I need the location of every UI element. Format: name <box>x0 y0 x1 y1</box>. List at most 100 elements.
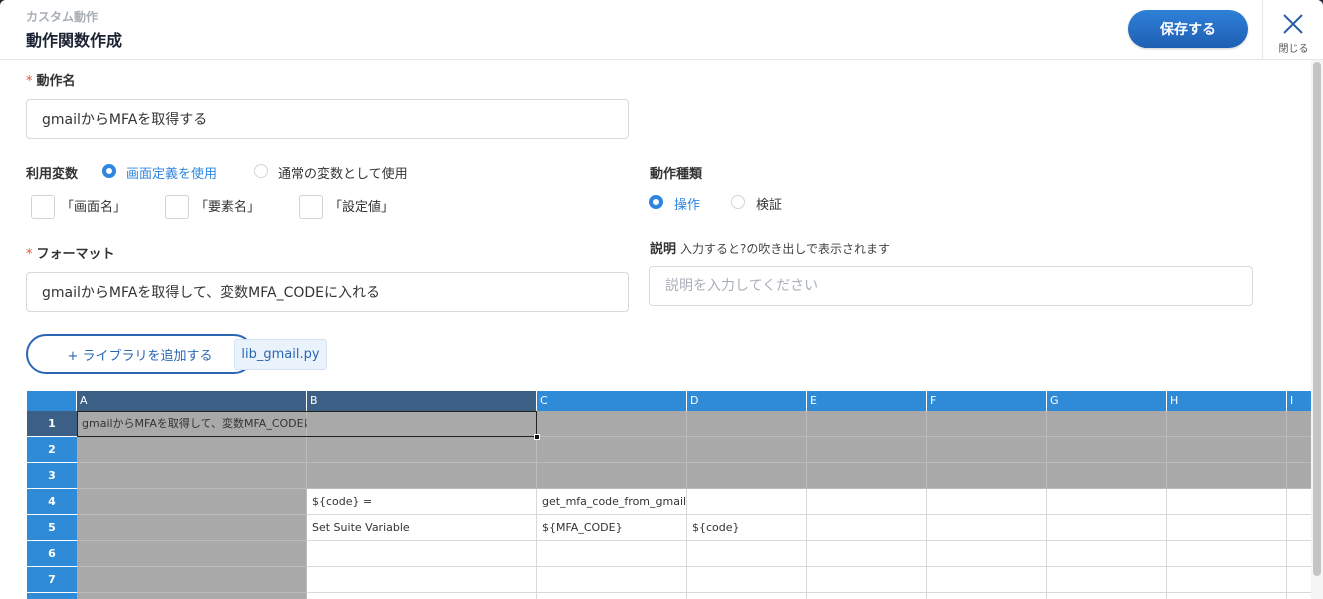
grid-cell-h5[interactable] <box>1167 515 1287 541</box>
radio-verification-label[interactable]: 検証 <box>756 194 782 213</box>
grid-cell-f3[interactable] <box>927 463 1047 489</box>
row-header-8[interactable]: 8 <box>27 593 77 599</box>
grid-cell-a8[interactable] <box>77 593 307 599</box>
grid-cell-c6[interactable] <box>537 541 687 567</box>
radio-use-normal-variable[interactable] <box>254 164 268 178</box>
grid-cell-h2[interactable] <box>1167 437 1287 463</box>
grid-cell-i1[interactable] <box>1287 411 1314 437</box>
radio-verification[interactable] <box>731 195 745 209</box>
close-button[interactable]: 閉じる <box>1262 0 1323 60</box>
grid-cell-d7[interactable] <box>687 567 807 593</box>
grid-cell-e6[interactable] <box>807 541 927 567</box>
grid-cell-e1[interactable] <box>807 411 927 437</box>
checkbox-setting-value-label[interactable]: 「設定値」 <box>329 196 394 215</box>
description-input[interactable] <box>649 266 1253 306</box>
grid-cell-g8[interactable] <box>1047 593 1167 599</box>
format-input[interactable] <box>26 272 629 312</box>
radio-use-normal-variable-label[interactable]: 通常の変数として使用 <box>278 163 408 182</box>
grid-cell-d1[interactable] <box>687 411 807 437</box>
checkbox-screen-name-label[interactable]: 「画面名」 <box>61 196 126 215</box>
grid-cell-c8[interactable] <box>537 593 687 599</box>
grid-cell-b1[interactable] <box>307 411 537 437</box>
row-header-3[interactable]: 3 <box>27 463 77 489</box>
grid-cell-h8[interactable] <box>1167 593 1287 599</box>
grid-cell-b8[interactable] <box>307 593 537 599</box>
library-chip[interactable]: lib_gmail.py <box>234 339 327 370</box>
row-header-4[interactable]: 4 <box>27 489 77 515</box>
grid-cell-d4[interactable] <box>687 489 807 515</box>
checkbox-element-name[interactable] <box>165 195 189 219</box>
grid-cell-i5[interactable] <box>1287 515 1314 541</box>
grid-cell-b7[interactable] <box>307 567 537 593</box>
grid-cell-i4[interactable] <box>1287 489 1314 515</box>
grid-cell-h3[interactable] <box>1167 463 1287 489</box>
checkbox-setting-value[interactable] <box>299 195 323 219</box>
grid-cell-i2[interactable] <box>1287 437 1314 463</box>
grid-cell-b5[interactable]: Set Suite Variable <box>307 515 537 541</box>
grid-cell-g7[interactable] <box>1047 567 1167 593</box>
column-header-d[interactable]: D <box>687 391 807 411</box>
grid-cell-f5[interactable] <box>927 515 1047 541</box>
action-name-input[interactable] <box>26 99 629 139</box>
grid-cell-d2[interactable] <box>687 437 807 463</box>
grid-cell-h1[interactable] <box>1167 411 1287 437</box>
grid-cell-c1[interactable] <box>537 411 687 437</box>
grid-cell-g4[interactable] <box>1047 489 1167 515</box>
grid-cell-h6[interactable] <box>1167 541 1287 567</box>
add-library-button[interactable]: + ライブラリを追加する <box>26 334 254 374</box>
grid-cell-i3[interactable] <box>1287 463 1314 489</box>
grid-cell-a1[interactable]: gmailからMFAを取得して、変数MFA_CODEに入れる <box>77 411 348 437</box>
column-header-a[interactable]: A <box>77 391 307 411</box>
grid-cell-d5[interactable]: ${code} <box>687 515 807 541</box>
grid-cell-e8[interactable] <box>807 593 927 599</box>
grid-cell-c7[interactable] <box>537 567 687 593</box>
grid-cell-f7[interactable] <box>927 567 1047 593</box>
grid-cell-c4[interactable]: get_mfa_code_from_gmail <box>537 489 687 515</box>
grid-cell-e7[interactable] <box>807 567 927 593</box>
column-header-b[interactable]: B <box>307 391 537 411</box>
grid-cell-i6[interactable] <box>1287 541 1314 567</box>
grid-cell-h4[interactable] <box>1167 489 1287 515</box>
grid-cell-a5[interactable] <box>77 515 307 541</box>
grid-cell-h7[interactable] <box>1167 567 1287 593</box>
grid-cell-c5[interactable]: ${MFA_CODE} <box>537 515 687 541</box>
grid-cell-e2[interactable] <box>807 437 927 463</box>
column-header-c[interactable]: C <box>537 391 687 411</box>
grid-cell-a2[interactable] <box>77 437 307 463</box>
grid-cell-f2[interactable] <box>927 437 1047 463</box>
row-header-5[interactable]: 5 <box>27 515 77 541</box>
grid-cell-e3[interactable] <box>807 463 927 489</box>
column-header-i[interactable]: I <box>1287 391 1314 411</box>
grid-cell-f6[interactable] <box>927 541 1047 567</box>
grid-cell-f8[interactable] <box>927 593 1047 599</box>
row-header-2[interactable]: 2 <box>27 437 77 463</box>
column-header-e[interactable]: E <box>807 391 927 411</box>
grid-cell-f4[interactable] <box>927 489 1047 515</box>
checkbox-element-name-label[interactable]: 「要素名」 <box>195 196 260 215</box>
grid-cell-c2[interactable] <box>537 437 687 463</box>
grid-cell-d6[interactable] <box>687 541 807 567</box>
grid-cell-a4[interactable] <box>77 489 307 515</box>
grid-cell-i8[interactable] <box>1287 593 1314 599</box>
radio-use-screen-definition[interactable] <box>102 164 116 178</box>
radio-operation-label[interactable]: 操作 <box>674 194 700 213</box>
grid-cell-a3[interactable] <box>77 463 307 489</box>
grid-cell-e5[interactable] <box>807 515 927 541</box>
grid-cell-e4[interactable] <box>807 489 927 515</box>
scrollbar-thumb[interactable] <box>1313 62 1321 576</box>
grid-cell-f1[interactable] <box>927 411 1047 437</box>
action-grid[interactable]: A B C D E F G H I 1 gmailからMFAを取得して、変数MFA_CODEに入れる… <box>27 391 1314 599</box>
save-button[interactable]: 保存する <box>1128 10 1248 48</box>
grid-cell-a6[interactable] <box>77 541 307 567</box>
grid-cell-g6[interactable] <box>1047 541 1167 567</box>
grid-cell-g3[interactable] <box>1047 463 1167 489</box>
row-header-1[interactable]: 1 <box>27 411 77 437</box>
row-header-6[interactable]: 6 <box>27 541 77 567</box>
grid-cell-g5[interactable] <box>1047 515 1167 541</box>
grid-cell-d8[interactable] <box>687 593 807 599</box>
radio-operation[interactable] <box>649 195 663 209</box>
column-header-h[interactable]: H <box>1167 391 1287 411</box>
column-header-g[interactable]: G <box>1047 391 1167 411</box>
grid-cell-b3[interactable] <box>307 463 537 489</box>
grid-cell-b2[interactable] <box>307 437 537 463</box>
